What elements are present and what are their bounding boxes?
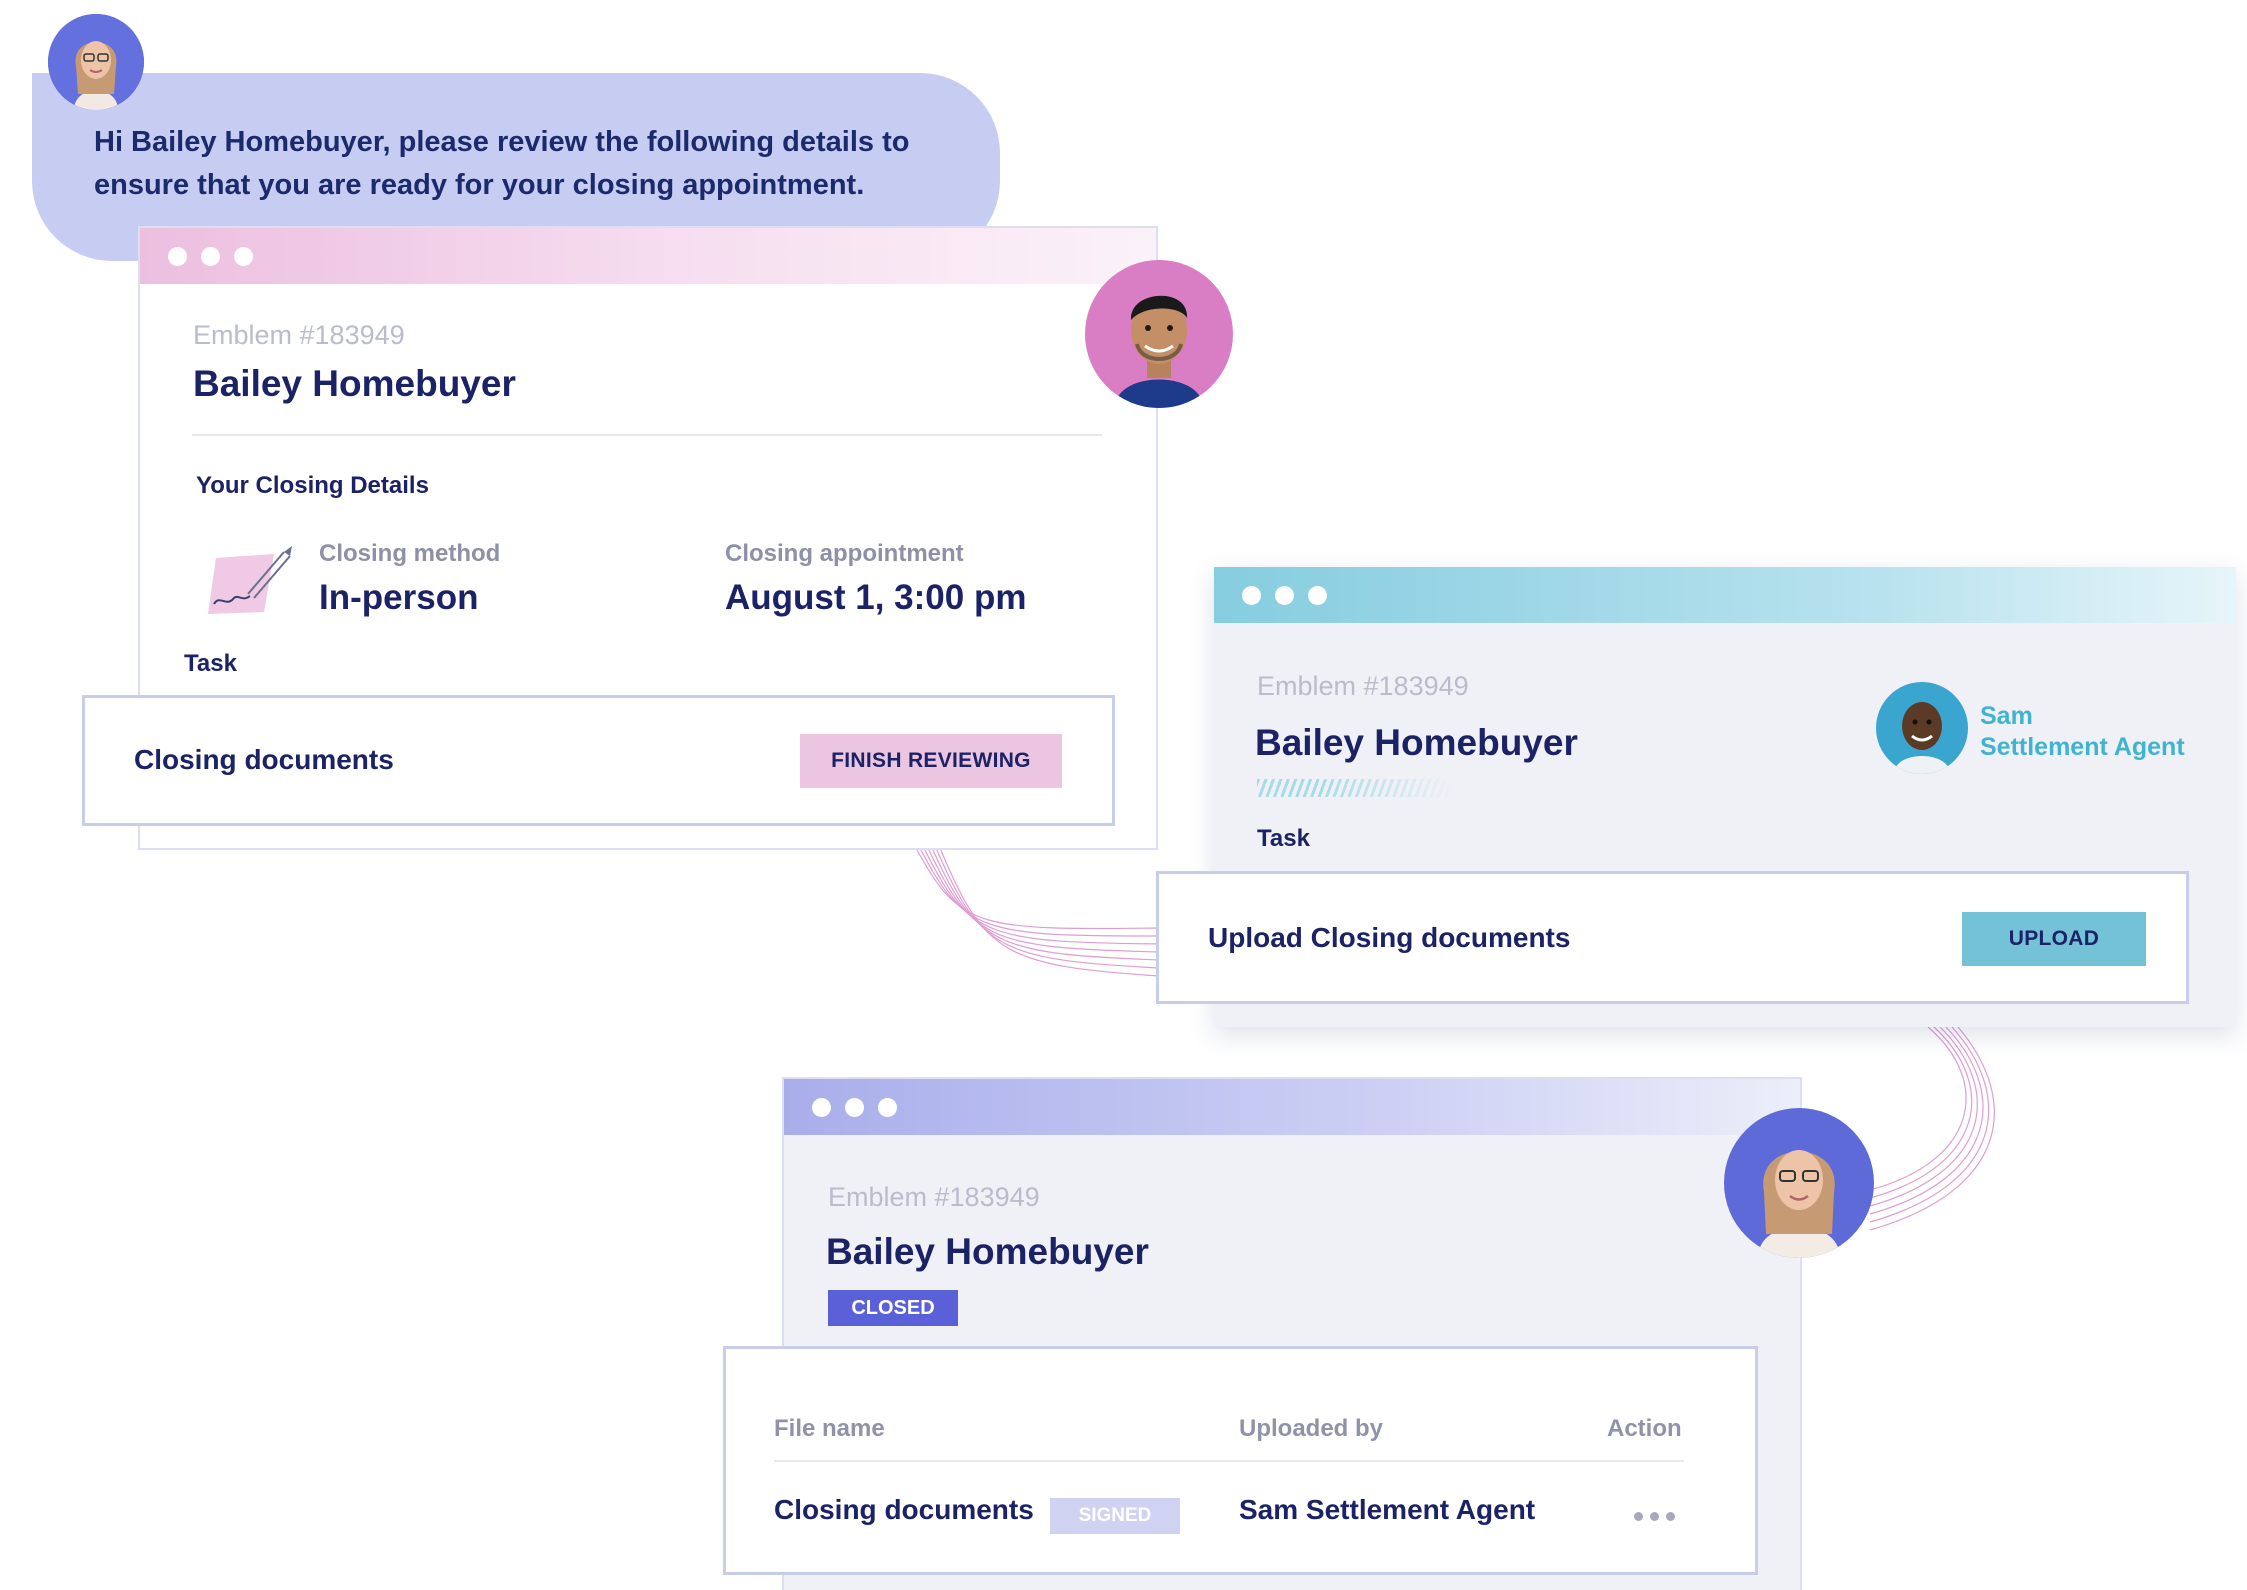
closing-workflow-illustration: Hi Bailey Homebuyer, please review the f… — [0, 0, 2247, 1590]
window-titlebar — [1214, 567, 2236, 623]
agent-first-name: Sam — [1980, 702, 2033, 730]
signed-badge: SIGNED — [1050, 1498, 1180, 1534]
task-label: Task — [184, 650, 237, 677]
window-controls[interactable] — [812, 1098, 897, 1117]
task-name: Closing documents — [134, 744, 394, 775]
file-name[interactable]: Closing documents — [774, 1494, 1034, 1526]
progress-stripes-fade — [1317, 779, 1457, 797]
task-card[interactable]: Upload Closing documents UPLOAD — [1156, 871, 2189, 1004]
closing-method-label: Closing method — [319, 540, 501, 567]
window-dot[interactable] — [1242, 586, 1261, 605]
table-row[interactable]: Closing documents SIGNED Sam Settlement … — [726, 1462, 1755, 1570]
agent-role: Settlement Agent — [1980, 733, 2185, 761]
window-dot[interactable] — [812, 1098, 831, 1117]
message-text: Hi Bailey Homebuyer, please review the f… — [94, 126, 910, 201]
task-label: Task — [1257, 825, 1310, 852]
closing-appointment-value: August 1, 3:00 pm — [725, 578, 1027, 617]
window-dot[interactable] — [201, 247, 220, 266]
uploaded-by: Sam Settlement Agent — [1239, 1494, 1536, 1525]
window-titlebar — [140, 228, 1156, 284]
closing-appointment-label: Closing appointment — [725, 540, 964, 567]
column-header-uploaded-by: Uploaded by — [1239, 1415, 1384, 1442]
signature-pen-icon — [206, 538, 296, 618]
settlement-agent-avatar — [1876, 682, 1968, 774]
task-card[interactable]: Closing documents FINISH REVIEWING — [82, 695, 1115, 826]
more-options-icon[interactable] — [1634, 1512, 1675, 1521]
upload-button[interactable]: UPLOAD — [1962, 912, 2146, 966]
window-dot[interactable] — [845, 1098, 864, 1117]
customer-name: Bailey Homebuyer — [1255, 722, 1578, 763]
emblem-id: Emblem #183949 — [1257, 671, 1469, 701]
homebuyer-avatar — [1085, 260, 1233, 408]
window-controls[interactable] — [168, 247, 253, 266]
section-title: Your Closing Details — [196, 472, 429, 499]
closing-method-value: In-person — [319, 578, 479, 617]
assistant-avatar — [48, 14, 144, 110]
window-dot[interactable] — [234, 247, 253, 266]
customer-name: Bailey Homebuyer — [193, 363, 516, 404]
window-dot[interactable] — [1275, 586, 1294, 605]
customer-name: Bailey Homebuyer — [826, 1231, 1149, 1272]
window-dot[interactable] — [1308, 586, 1327, 605]
task-name: Upload Closing documents — [1208, 922, 1571, 953]
window-controls[interactable] — [1242, 586, 1327, 605]
emblem-id: Emblem #183949 — [828, 1182, 1040, 1212]
emblem-id: Emblem #183949 — [193, 320, 405, 350]
column-header-action: Action — [1607, 1415, 1682, 1442]
closer-avatar — [1724, 1108, 1874, 1258]
finish-reviewing-button[interactable]: FINISH REVIEWING — [800, 734, 1062, 788]
column-header-file-name: File name — [774, 1415, 885, 1442]
window-dot[interactable] — [878, 1098, 897, 1117]
window-dot[interactable] — [168, 247, 187, 266]
divider — [192, 434, 1102, 436]
status-badge: CLOSED — [828, 1290, 958, 1326]
file-table: File name Uploaded by Action Closing doc… — [723, 1346, 1758, 1575]
window-titlebar — [784, 1079, 1800, 1135]
